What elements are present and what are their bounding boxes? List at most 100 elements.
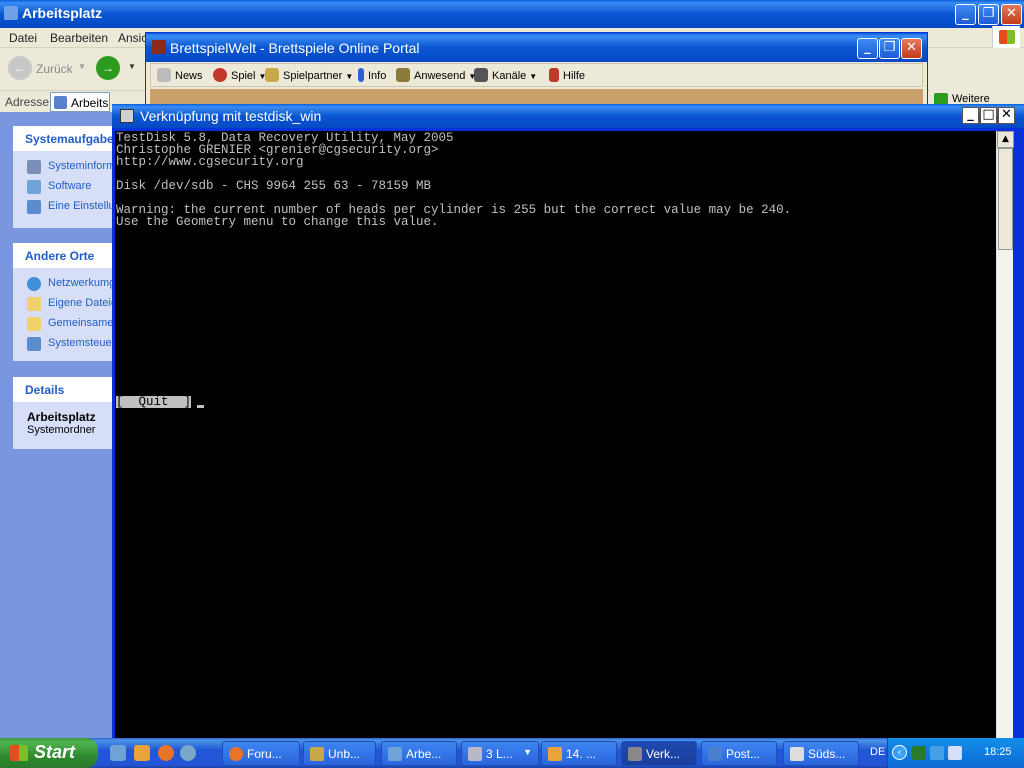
kanaele-button[interactable]: Kanäle ▼ xyxy=(474,68,537,82)
terminal-line: Disk /dev/sdb - CHS 9964 255 63 - 78159 … xyxy=(116,179,432,193)
console-icon xyxy=(628,747,642,761)
panel-details: Details Arbeitsplatz Systemordner xyxy=(13,377,112,449)
computer-icon xyxy=(4,6,18,20)
folder-icon xyxy=(27,317,41,331)
people-icon xyxy=(396,68,410,82)
back-arrow-icon[interactable]: ← xyxy=(8,56,32,80)
details-name: Arbeitsplatz xyxy=(27,410,96,424)
panel-title[interactable]: Systemaufgaben xyxy=(13,126,112,151)
settings-icon xyxy=(27,200,41,214)
language-indicator[interactable]: DE xyxy=(870,746,885,758)
back-dropdown-icon[interactable]: ▼ xyxy=(78,62,86,71)
start-button[interactable]: Start xyxy=(0,738,98,768)
panel-other-places: Andere Orte Netzwerkumgebung Eigene Date… xyxy=(13,243,112,361)
address-input[interactable]: Arbeitsplatz xyxy=(50,92,110,112)
address-value: Arbeitsplatz xyxy=(71,96,109,110)
info-icon xyxy=(358,68,364,82)
software-icon xyxy=(27,180,41,194)
link-change-setting[interactable]: Eine Einstellung ändern xyxy=(13,197,112,217)
scroll-thumb[interactable] xyxy=(998,148,1013,250)
windows-flag-icon xyxy=(10,745,28,761)
maximize-button[interactable]: ❐ xyxy=(978,4,999,25)
menu-datei[interactable]: Datei xyxy=(9,31,37,45)
console-scrollbar[interactable]: ▲ xyxy=(996,131,1014,740)
panel-title[interactable]: Details xyxy=(13,377,112,402)
forward-arrow-icon[interactable]: → xyxy=(96,56,120,80)
quicklaunch-firefox-icon[interactable] xyxy=(158,745,174,761)
news-icon xyxy=(157,68,171,82)
console-title: Verknüpfung mit testdisk_win xyxy=(140,108,322,124)
hilfe-button[interactable]: Hilfe xyxy=(549,68,585,82)
text-cursor xyxy=(197,405,204,408)
forward-dropdown-icon[interactable]: ▼ xyxy=(128,62,136,71)
task-button[interactable]: Arbe... xyxy=(381,741,457,766)
tray-monitor-icon[interactable] xyxy=(930,746,944,760)
console-window: Verknüpfung mit testdisk_win _ □ ✕ TestD… xyxy=(112,104,1024,740)
spielpartner-button[interactable]: Spielpartner ▼ xyxy=(265,68,353,82)
computer-icon xyxy=(54,96,67,109)
terminal-line: http://www.cgsecurity.org xyxy=(116,155,304,169)
task-button-active[interactable]: Verk... xyxy=(621,741,697,766)
explorer-title: Arbeitsplatz xyxy=(22,5,103,21)
folder-icon xyxy=(27,297,41,311)
quicklaunch-app-icon[interactable] xyxy=(134,745,150,761)
panel-title[interactable]: Andere Orte xyxy=(13,243,112,268)
quicklaunch-sync-icon[interactable] xyxy=(180,745,196,761)
terminal-output[interactable]: TestDisk 5.8, Data Recovery Utility, May… xyxy=(115,131,996,740)
tray-network-icon[interactable] xyxy=(912,746,926,760)
explorer-titlebar[interactable]: Arbeitsplatz _ ❐ ✕ xyxy=(0,0,1024,28)
menu-bearbeiten[interactable]: Bearbeiten xyxy=(50,31,108,45)
tray-expand-icon[interactable]: ‹ xyxy=(892,745,907,760)
terminal-line: Use the Geometry menu to change this val… xyxy=(116,215,439,229)
task-button[interactable]: Foru... xyxy=(222,741,300,766)
close-button[interactable]: ✕ xyxy=(901,38,922,59)
mail-icon xyxy=(708,747,722,761)
scroll-up-icon[interactable]: ▲ xyxy=(997,131,1014,148)
task-button[interactable]: Unb... xyxy=(303,741,376,766)
minimize-button[interactable]: _ xyxy=(955,4,976,25)
clock[interactable]: 18:25 xyxy=(984,746,1012,758)
news-button[interactable]: News xyxy=(157,68,203,82)
back-button-label[interactable]: Zurück xyxy=(36,62,73,76)
task-button[interactable]: Süds... xyxy=(783,741,859,766)
link-my-documents[interactable]: Eigene Dateien xyxy=(13,294,112,314)
link-system-info[interactable]: Systeminformationen anzeigen xyxy=(13,157,112,177)
details-subtitle: Systemordner xyxy=(27,424,96,436)
quit-button[interactable]: [ Quit ] xyxy=(116,396,192,408)
task-button[interactable]: Post... xyxy=(701,741,777,766)
maximize-button[interactable]: □ xyxy=(980,107,997,124)
quicklaunch-desktop-icon[interactable] xyxy=(110,745,126,761)
link-network[interactable]: Netzwerkumgebung xyxy=(13,274,112,294)
link-software[interactable]: Software xyxy=(13,177,112,197)
castle-icon xyxy=(152,40,166,54)
bsw-titlebar[interactable]: BrettspielWelt - Brettspiele Online Port… xyxy=(146,33,927,62)
close-button[interactable]: ✕ xyxy=(998,107,1015,124)
app-icon xyxy=(548,747,562,761)
system-tray: DE ‹ 18:25 xyxy=(870,738,1024,768)
info-button[interactable]: Info xyxy=(358,68,386,82)
taskbar: Start Foru... Unb... Arbe... 3 L... ▼ 14.… xyxy=(0,738,1024,768)
help-icon xyxy=(549,68,559,82)
minimize-button[interactable]: _ xyxy=(962,107,979,124)
network-icon xyxy=(27,277,41,291)
anwesend-button[interactable]: Anwesend ▼ xyxy=(396,68,476,82)
firefox-icon xyxy=(229,747,243,761)
link-control-panel[interactable]: Systemsteuerung xyxy=(13,334,112,354)
info-icon xyxy=(27,160,41,174)
spiel-button[interactable]: Spiel ▼ xyxy=(213,68,266,82)
brettspielwelt-window: BrettspielWelt - Brettspiele Online Port… xyxy=(145,32,928,112)
close-button[interactable]: ✕ xyxy=(1001,4,1022,25)
tray-shield-icon[interactable] xyxy=(948,746,962,760)
minimize-button[interactable]: _ xyxy=(857,38,878,59)
console-icon xyxy=(120,109,134,123)
task-pane: Systemaufgaben Systeminformationen anzei… xyxy=(0,112,112,740)
channels-icon xyxy=(474,68,488,82)
console-titlebar[interactable]: Verknüpfung mit testdisk_win _ □ ✕ xyxy=(112,104,1024,128)
bsw-toolbar: News Spiel ▼ Spielpartner ▼ Info Anwesend ▼… xyxy=(150,63,923,87)
link-shared-documents[interactable]: Gemeinsame Dokumente xyxy=(13,314,112,334)
task-button[interactable]: 14. ... xyxy=(541,741,617,766)
panel-system-tasks: Systemaufgaben Systeminformationen anzei… xyxy=(13,126,112,228)
task-group-button[interactable]: 3 L... ▼ xyxy=(461,741,539,766)
maximize-button[interactable]: ❐ xyxy=(879,38,900,59)
font-icon xyxy=(468,747,482,761)
